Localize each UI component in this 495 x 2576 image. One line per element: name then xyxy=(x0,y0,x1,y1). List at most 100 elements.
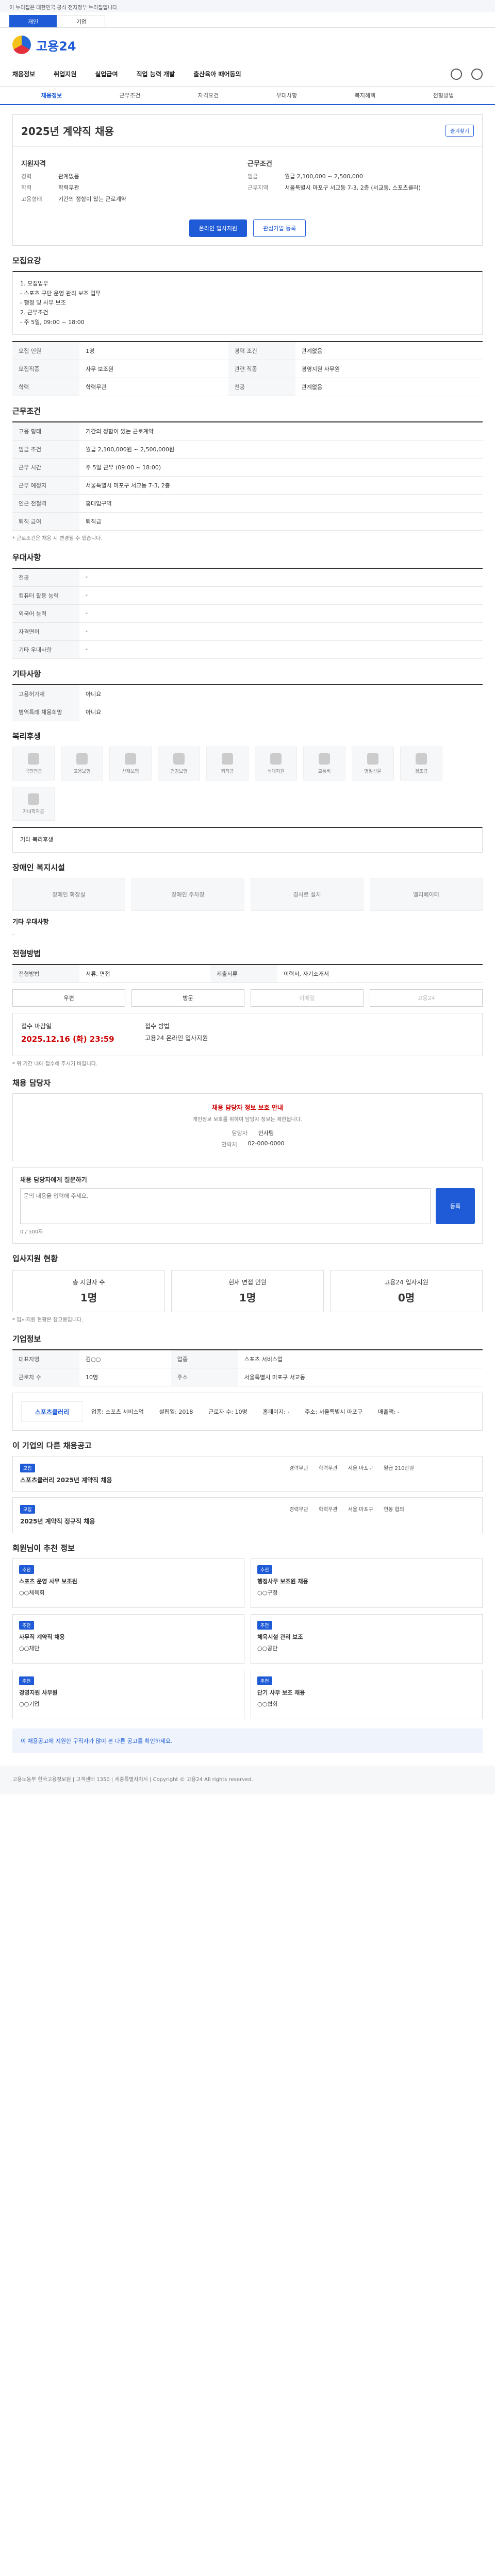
table-row: 임금 조건 월급 2,100,000원 ~ 2,500,000원 xyxy=(12,440,483,459)
kv-key: 담당자 xyxy=(232,1130,248,1137)
rec-card[interactable]: 추천 단기 사무 보조 채용 ○○협회 xyxy=(251,1670,483,1720)
search-icon[interactable] xyxy=(451,68,462,80)
section-title: 전형방법 xyxy=(12,949,41,959)
kv-key: 임금 xyxy=(248,173,258,180)
user-tabs: 개인 기업 xyxy=(0,12,495,28)
rec-card[interactable]: 추천 사무직 계약직 채용 ○○재단 xyxy=(12,1614,244,1664)
th: 모집직종 xyxy=(12,360,79,379)
method-mail[interactable]: 우편 xyxy=(12,989,125,1007)
method-email[interactable]: 이메일 xyxy=(251,989,364,1007)
nav-item[interactable]: 출산육아 때어동의 xyxy=(193,70,241,78)
interest-button[interactable]: 관심기업 등록 xyxy=(253,219,306,237)
table-row: 고용허가제 아니요 xyxy=(12,685,483,704)
td: 서류, 면접 xyxy=(79,964,211,984)
deadline-label: 접수 마감일 xyxy=(21,1023,52,1030)
kv-key: 경력 xyxy=(21,173,32,180)
rec-card[interactable]: 추천 스포츠 운영 사무 보조원 ○○체육회 xyxy=(12,1558,244,1608)
method-row: 우편 방문 이메일 고용24 xyxy=(12,989,483,1007)
table-row: 기타 우대사항 - xyxy=(12,640,483,659)
kv-key: 학력 xyxy=(21,184,32,191)
method-online[interactable]: 고용24 xyxy=(370,989,483,1007)
job-title: 스포츠클러리 2025년 계약직 채용 xyxy=(20,1477,112,1484)
summary-right-title: 근무조건 xyxy=(248,160,272,168)
company-field: 근로자 수: 10명 xyxy=(208,1409,248,1416)
job-tag: 모집 xyxy=(20,1464,35,1473)
welfare-item: 명절선물 xyxy=(352,747,394,781)
tab-company[interactable]: 기업 xyxy=(58,15,105,27)
subtab[interactable]: 자격요건 xyxy=(169,87,248,104)
th: 기타 우대사항 xyxy=(12,640,79,659)
heart-icon xyxy=(416,753,427,765)
job-card[interactable]: 모집 2025년 계약직 정규직 채용 경력무관 학력무관 서울 마포구 연봉 협의 xyxy=(12,1497,483,1534)
insurance-icon xyxy=(76,753,88,765)
nav-item[interactable]: 채용정보 xyxy=(12,70,35,78)
td: - xyxy=(79,568,483,587)
welfare-item: 식대지원 xyxy=(255,747,297,781)
recruit-section: 모집요강 1. 모집업무 - 스포츠 구단 운영 관리 보조 업무 - 행정 및… xyxy=(12,255,483,397)
th: 임금 조건 xyxy=(12,440,79,459)
section-title: 기타사항 xyxy=(12,669,41,679)
favorite-button[interactable]: 즐겨찾기 xyxy=(446,125,474,137)
td: 사무 보조원 xyxy=(79,360,228,379)
subtab[interactable]: 우대사항 xyxy=(248,87,326,104)
th: 컴퓨터 활용 능력 xyxy=(12,586,79,605)
subtab[interactable]: 근무조건 xyxy=(91,87,169,104)
td: 1명 xyxy=(79,342,228,361)
process-table: 전형방법 서류, 면접 제출서류 이력서, 자기소개서 xyxy=(12,964,483,984)
td: 기간의 정함이 있는 근로계약 xyxy=(79,422,483,441)
safety-icon xyxy=(125,753,136,765)
apply-button[interactable]: 온라인 입사지원 xyxy=(189,219,248,237)
inquiry-submit-button[interactable]: 등록 xyxy=(436,1188,475,1225)
td: 아니요 xyxy=(79,685,483,704)
recommend-section: 회원님이 추천 정보 추천 스포츠 운영 사무 보조원 ○○체육회 추천 행정사무 보… xyxy=(12,1543,483,1720)
th: 인근 전철역 xyxy=(12,494,79,513)
td: 퇴직금 xyxy=(79,512,483,531)
recommend-grid: 추천 스포츠 운영 사무 보조원 ○○체육회 추천 행정사무 보조원 채용 ○○구청 추… xyxy=(12,1558,483,1720)
table-row: 모집 인원 1명 경력 조건 관계없음 xyxy=(12,342,483,361)
section-title: 모집요강 xyxy=(12,256,41,265)
td: 주 5일 근무 (09:00 ~ 18:00) xyxy=(79,458,483,477)
contact-section: 채용 담당자 채용 담당자 정보 보호 안내 개인정보 보호를 위하여 담당자 … xyxy=(12,1077,483,1244)
footer: 고용노동부 한국고용정보원 | 고객센터 1350 | 세종특별자치시 | Co… xyxy=(0,1766,495,1795)
tab-personal[interactable]: 개인 xyxy=(9,15,57,27)
td: 학력무관 xyxy=(79,378,228,397)
deadline-date: 2025.12.16 (화) 23:59 xyxy=(21,1035,114,1044)
kv-key: 연락처 xyxy=(221,1141,237,1148)
job-title: 2025년 계약직 정규직 채용 xyxy=(20,1518,95,1526)
th: 제출서류 xyxy=(210,964,278,984)
table-row: 전공 - xyxy=(12,568,483,587)
summary-left-title: 지원자격 xyxy=(21,160,46,168)
nav-item[interactable]: 실업급여 xyxy=(95,70,118,78)
menu-icon[interactable] xyxy=(471,68,483,80)
section-title: 채용 담당자 xyxy=(12,1078,51,1088)
subtab[interactable]: 채용정보 xyxy=(12,87,91,104)
rec-card[interactable]: 추천 체육시설 관리 보조 ○○공단 xyxy=(251,1614,483,1664)
nav-item[interactable]: 직업 능력 개발 xyxy=(137,70,175,78)
table-row: 모집직종 사무 보조원 관련 직종 경영지원 사무원 xyxy=(12,360,483,379)
disabled-item: 장애인 화장실 xyxy=(12,878,125,911)
table-row: 자격면허 - xyxy=(12,622,483,641)
subtab[interactable]: 전형방법 xyxy=(404,87,483,104)
td: - xyxy=(79,586,483,605)
company-logo[interactable]: 스포츠클러리 xyxy=(21,1401,83,1422)
logo[interactable]: 고용24 xyxy=(36,36,76,54)
rec-card[interactable]: 추천 행정사무 보조원 채용 ○○구청 xyxy=(251,1558,483,1608)
job-card[interactable]: 모집 스포츠클러리 2025년 계약직 채용 경력무관 학력무관 서울 마포구 월급 2… xyxy=(12,1456,483,1493)
inquiry-label: 채용 담당자에게 질문하기 xyxy=(20,1176,87,1184)
th: 자격면허 xyxy=(12,622,79,641)
subtab[interactable]: 복지혜택 xyxy=(326,87,404,104)
rec-card[interactable]: 추천 경영지원 사무원 ○○기업 xyxy=(12,1670,244,1720)
job-tag: 모집 xyxy=(20,1505,35,1514)
inquiry-input[interactable] xyxy=(20,1188,431,1225)
td: 관계없음 xyxy=(295,378,483,397)
job-header-box: 2025년 계약직 채용 즐겨찾기 지원자격 경력 관계없음 학력 학력무관 고용형… xyxy=(12,114,483,246)
table-row: 대표자명 김○○ 업종 스포츠 서비스업 xyxy=(12,1350,483,1369)
section-title: 회원님이 추천 정보 xyxy=(12,1544,75,1553)
status-row: 총 지원자 수 1명 현재 면접 인원 1명 고용24 입사지원 0명 xyxy=(12,1270,483,1313)
bus-icon xyxy=(319,753,330,765)
method-visit[interactable]: 방문 xyxy=(131,989,244,1007)
condition-section: 근무조건 고용 형태 기간의 정함이 있는 근로계약 임금 조건 월급 2,100,… xyxy=(12,405,483,543)
bottom-banner[interactable]: 이 채용공고에 지원한 구직자가 많이 본 다른 공고를 확인하세요. xyxy=(12,1728,483,1754)
nav-item[interactable]: 취업지원 xyxy=(54,70,76,78)
th: 경력 조건 xyxy=(228,342,295,361)
